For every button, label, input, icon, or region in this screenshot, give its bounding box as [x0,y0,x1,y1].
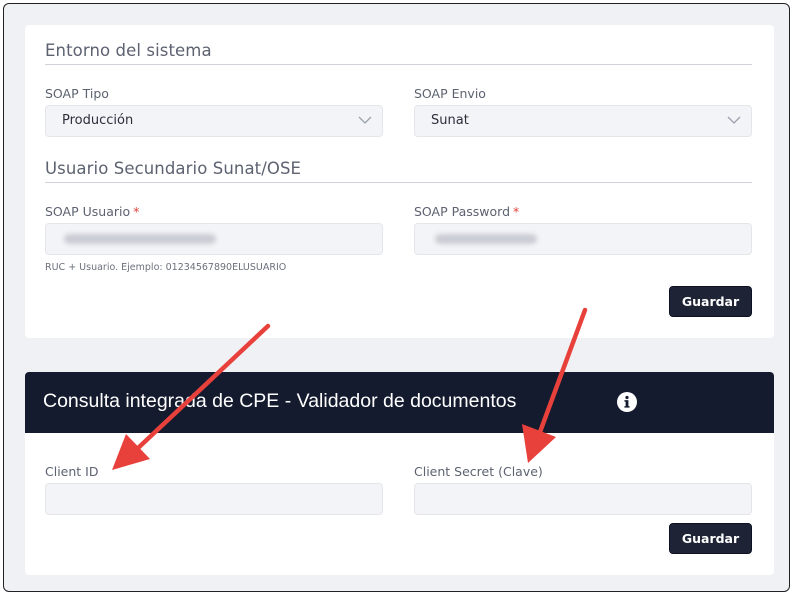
redacted-value [64,234,216,244]
client-secret-input[interactable] [414,483,752,515]
section-title-system-env: Entorno del sistema [45,41,212,60]
soap-tipo-value: Producción [62,113,134,128]
save-button[interactable]: Guardar [669,286,752,317]
soap-password-input[interactable] [414,223,752,255]
soap-usuario-label-text: SOAP Usuario [45,204,131,219]
client-id-input[interactable] [45,483,383,515]
soap-password-label: SOAP Password * [414,204,519,219]
soap-tipo-label: SOAP Tipo [45,86,109,101]
cpe-validator-card: Consulta integrada de CPE - Validador de… [25,372,774,575]
cpe-header: Consulta integrada de CPE - Validador de… [25,372,774,433]
soap-usuario-label: SOAP Usuario * [45,204,139,219]
soap-tipo-select[interactable]: Producción [45,105,383,137]
save-button[interactable]: Guardar [669,523,752,554]
soap-envio-select[interactable]: Sunat [414,105,752,137]
section-divider [45,182,752,183]
cpe-title: Consulta integrada de CPE - Validador de… [43,390,517,412]
soap-usuario-input[interactable] [45,223,383,255]
section-divider [45,64,752,65]
soap-envio-label: SOAP Envio [414,86,486,101]
system-environment-card: Entorno del sistema SOAP Tipo Producción… [25,25,774,338]
settings-panel: Entorno del sistema SOAP Tipo Producción… [3,3,790,592]
info-circle-icon[interactable] [617,392,637,412]
required-mark: * [133,204,140,219]
client-id-label: Client ID [45,464,99,479]
required-mark: * [513,204,520,219]
chevron-down-icon [358,116,372,124]
redacted-value [435,234,537,244]
soap-usuario-hint: RUC + Usuario. Ejemplo: 01234567890ELUSU… [45,262,287,273]
soap-password-label-text: SOAP Password [414,204,511,219]
soap-envio-value: Sunat [431,113,469,128]
section-title-secondary-user: Usuario Secundario Sunat/OSE [45,159,302,178]
chevron-down-icon [727,116,741,124]
client-secret-label: Client Secret (Clave) [414,464,543,479]
